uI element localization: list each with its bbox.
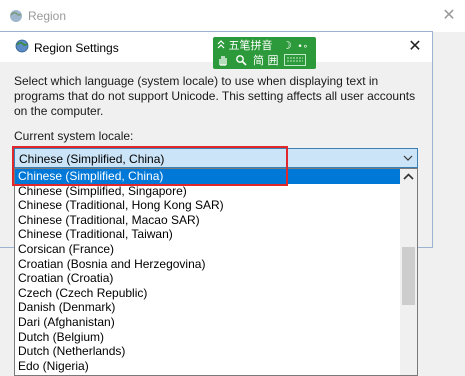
keyboard-icon[interactable] — [284, 54, 306, 66]
ime-toolbar[interactable]: 五笔拼音 ☽ •∘ 简 囲 — [213, 37, 316, 69]
locale-list-item[interactable]: Chinese (Traditional, Macao SAR) — [15, 213, 402, 228]
locale-list-item[interactable]: Danish (Denmark) — [15, 300, 402, 315]
locale-dropdown-list[interactable]: Edo (Nigeria) Dutch (Netherlands) Dutch (B… — [14, 168, 418, 376]
locale-list-item[interactable]: Croatian (Croatia) — [15, 271, 402, 286]
dropdown-scrollbar[interactable] — [400, 169, 417, 375]
ime-bottom-row: 简 囲 — [217, 54, 313, 68]
ime-simplified-label[interactable]: 简 囲 — [253, 54, 279, 68]
region-window-title: Region — [28, 9, 67, 23]
locale-list-item[interactable]: Chinese (Traditional, Hong Kong SAR) — [15, 198, 402, 213]
locale-list-item[interactable]: Dutch (Belgium) — [15, 330, 402, 345]
ime-top-row: 五笔拼音 ☽ •∘ — [217, 39, 313, 53]
locale-list-item[interactable]: Chinese (Traditional, Taiwan) — [15, 227, 402, 242]
current-locale-label: Current system locale: — [14, 129, 134, 143]
locale-list-item[interactable]: Edo (Nigeria) — [15, 359, 402, 374]
ime-mode-label[interactable]: 五笔拼音 — [229, 39, 273, 53]
globe-icon — [10, 10, 22, 22]
region-titlebar: Region ✕ — [0, 0, 465, 32]
annotation-highlight-box — [12, 146, 288, 186]
locale-list-item[interactable]: Dutch (Netherlands) — [15, 344, 402, 359]
ime-moon-icon[interactable]: ☽ — [282, 39, 292, 53]
hand-icon[interactable] — [217, 54, 229, 66]
dialog-description: Select which language (system locale) to… — [14, 74, 416, 118]
scrollbar-thumb[interactable] — [402, 247, 415, 305]
dialog-close-button[interactable]: ✕ — [404, 36, 426, 58]
ime-punctuation-icon[interactable]: •∘ — [297, 40, 308, 54]
region-close-button[interactable]: ✕ — [437, 5, 461, 27]
locale-list-item[interactable]: Corsican (France) — [15, 242, 402, 257]
search-icon[interactable] — [235, 54, 247, 66]
scroll-up-arrow-icon[interactable] — [400, 169, 417, 186]
locale-list-item[interactable]: Croatian (Bosnia and Herzegovina) — [15, 257, 402, 272]
globe-icon — [15, 39, 29, 53]
ime-collapse-icon[interactable] — [217, 40, 225, 50]
dialog-title: Region Settings — [34, 41, 119, 55]
locale-list-item[interactable]: Czech (Czech Republic) — [15, 286, 402, 301]
chevron-down-icon[interactable] — [401, 150, 415, 166]
locale-list-item[interactable]: Dari (Afghanistan) — [15, 315, 402, 330]
